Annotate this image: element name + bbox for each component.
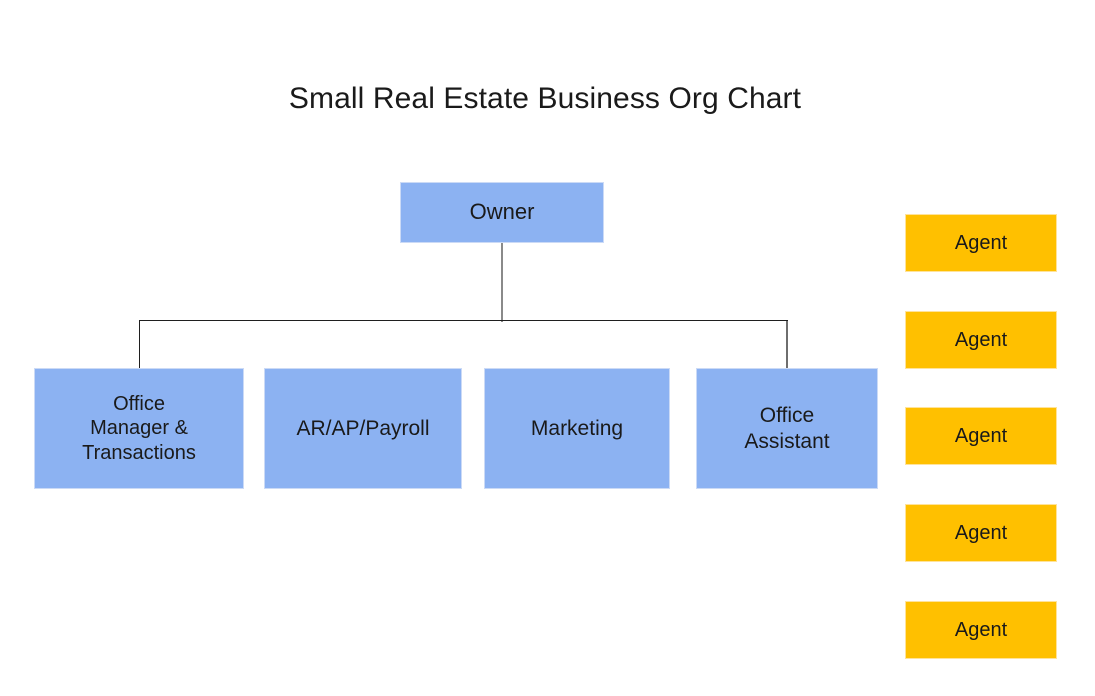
- node-agent-5[interactable]: Agent: [905, 601, 1057, 659]
- node-owner[interactable]: Owner: [400, 182, 604, 243]
- node-agent-1[interactable]: Agent: [905, 214, 1057, 272]
- node-ar-ap-payroll[interactable]: AR/AP/Payroll: [264, 368, 462, 489]
- org-chart-canvas: Small Real Estate Business Org Chart Own…: [0, 0, 1095, 696]
- node-agent-4-label: Agent: [954, 521, 1008, 544]
- node-agent-1-label: Agent: [954, 231, 1008, 254]
- connector-drop-office-manager: [139, 321, 141, 369]
- node-office-assistant[interactable]: Office Assistant: [696, 368, 878, 489]
- node-office-assistant-label: Office Assistant: [744, 403, 830, 453]
- node-office-manager-transactions[interactable]: Office Manager & Transactions: [34, 368, 244, 489]
- node-marketing-label: Marketing: [530, 416, 624, 440]
- node-agent-3-label: Agent: [954, 424, 1008, 447]
- node-agent-2[interactable]: Agent: [905, 311, 1057, 369]
- node-ar-ap-payroll-label: AR/AP/Payroll: [296, 416, 430, 440]
- page-title: Small Real Estate Business Org Chart: [288, 82, 802, 115]
- node-agent-4[interactable]: Agent: [905, 504, 1057, 562]
- node-agent-2-label: Agent: [954, 328, 1008, 351]
- connector-drop-office-assistant: [786, 321, 788, 369]
- connector-horizontal-bus: [139, 320, 788, 322]
- node-agent-5-label: Agent: [954, 618, 1008, 641]
- node-owner-label: Owner: [469, 199, 535, 225]
- connector-owner-stem: [501, 243, 503, 322]
- node-office-manager-transactions-label: Office Manager & Transactions: [82, 392, 196, 464]
- node-marketing[interactable]: Marketing: [484, 368, 670, 489]
- node-agent-3[interactable]: Agent: [905, 407, 1057, 465]
